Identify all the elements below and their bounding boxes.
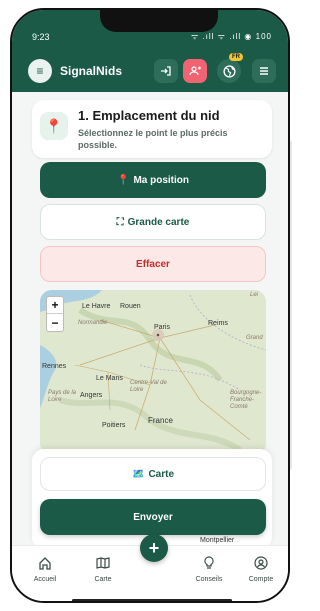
hamburger-icon [260,67,268,75]
tab-map[interactable]: Carte [78,556,128,583]
home-indicator [72,599,232,601]
lightbulb-icon [184,556,234,574]
tab-map-label: Carte [94,576,112,583]
big-map-label: Grande carte [127,216,190,228]
map-label: Reims [208,320,228,327]
language-button[interactable] [217,59,241,83]
add-report-button[interactable]: + [140,534,168,562]
login-icon [161,66,171,76]
bottom-tab-bar: Accueil Carte + Conseils Compte [12,534,288,601]
app-logo-icon: ≡ [28,59,52,83]
location-pin-icon: 📍 [40,112,68,140]
map-label: Poitiers [102,422,126,429]
send-label: Envoyer [133,511,173,523]
map-label: Angers [80,392,103,399]
app-header: ≡ SignalNids FR [12,50,288,92]
map-label: Bourgogne-Franche-Comté [230,390,262,410]
map-label: Rennes [42,363,67,370]
main-content: 📍 1. Emplacement du nid Sélectionnez le … [12,92,288,549]
zoom-control: + − [46,296,64,332]
login-button[interactable] [154,59,178,83]
map-background [40,290,266,455]
add-user-button[interactable] [183,59,207,83]
map-label: Montpellier [200,537,235,544]
clear-button[interactable]: Effacer [40,246,266,282]
map-label: Paris [154,324,170,331]
status-icons: ᯤ .ıll ᯤ .ıll ◉ 100 [190,32,272,41]
my-position-label: Ma position [133,174,189,186]
map-label: Le Mans [96,375,123,382]
map-toggle-label: Carte [148,468,175,480]
home-icon [20,556,70,574]
tab-account[interactable]: Compte [236,556,286,583]
tab-account-label: Compte [248,576,274,583]
map-label: Normandie [78,320,108,326]
location-pin-icon: 📍 [116,174,130,186]
map-label: Rouen [120,303,141,310]
map-label: France [148,416,173,425]
step-hint: Sélectionnez le point le plus précis pos… [78,128,228,150]
plus-icon: + [148,537,160,558]
send-button[interactable]: Envoyer [40,499,266,535]
tab-home-label: Accueil [33,576,57,583]
tab-tips[interactable]: Conseils [184,556,234,583]
step-title: 1. Emplacement du nid [78,108,220,123]
my-position-button[interactable]: 📍 Ma position [40,162,266,198]
globe-icon [222,64,236,78]
step-card: 📍 1. Emplacement du nid Sélectionnez le … [32,100,272,158]
camera-notch [100,10,218,32]
tab-tips-label: Conseils [195,576,223,583]
map-toggle-button[interactable]: 🗺️ Carte [40,457,266,491]
map-fold-icon [78,556,128,574]
big-map-button[interactable]: ⛶ Grande carte [40,204,266,240]
map-label: Grand [246,335,263,341]
map-icon: 🗺️ [131,468,145,480]
zoom-out-button[interactable]: − [47,314,63,331]
add-user-icon [189,66,201,76]
clear-label: Effacer [136,258,170,270]
status-time: 9:23 [32,32,50,42]
menu-button[interactable] [252,59,276,83]
map-view[interactable]: + − Le Havre Rouen Normandie Paris Reims… [40,290,266,455]
map-label: Le Havre [82,303,111,310]
language-badge: FR [229,53,243,61]
app-title: SignalNids [60,64,123,78]
map-label: Pays de la Loire [48,390,77,403]
map-label: Centre-Val de Loire [130,380,167,393]
phone-frame: 9:23 ᯤ .ıll ᯤ .ıll ◉ 100 ≡ SignalNids FR… [10,8,290,603]
expand-icon: ⛶ [116,216,124,228]
map-label: Lei [250,292,259,298]
user-circle-icon [236,556,286,574]
zoom-in-button[interactable]: + [47,297,63,314]
tab-home[interactable]: Accueil [20,556,70,583]
